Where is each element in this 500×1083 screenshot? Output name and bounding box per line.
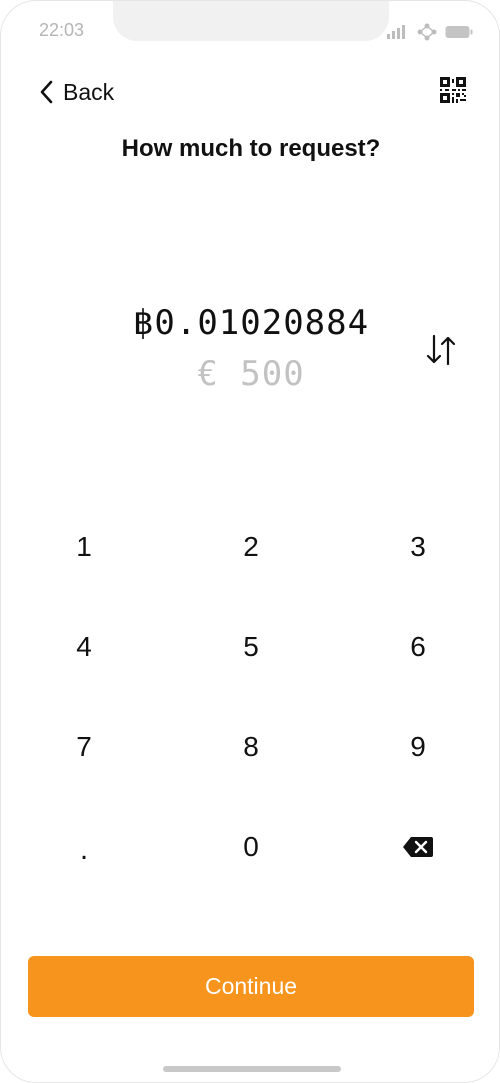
back-label: Back	[63, 78, 115, 105]
home-indicator	[163, 1066, 341, 1072]
key-5[interactable]: 5	[167, 597, 335, 697]
key-0[interactable]: 0	[167, 797, 335, 897]
key-3[interactable]: 3	[335, 497, 499, 597]
key-7[interactable]: 7	[1, 697, 167, 797]
continue-button[interactable]: Continue	[28, 956, 474, 1017]
key-9[interactable]: 9	[335, 697, 499, 797]
back-button[interactable]: Back	[39, 77, 114, 107]
phone-screen: 22:03 Back How much to request? ฿0.01020…	[0, 0, 500, 1083]
key-1[interactable]: 1	[1, 497, 167, 597]
status-time: 22:03	[39, 20, 85, 40]
key-8[interactable]: 8	[167, 697, 335, 797]
key-6[interactable]: 6	[335, 597, 499, 697]
notch	[113, 1, 389, 41]
key-backspace[interactable]	[335, 797, 499, 897]
key-4[interactable]: 4	[1, 597, 167, 697]
key-decimal[interactable]: .	[1, 797, 167, 897]
number-keypad: 1 2 3 4 5 6 7 8 9 . 0	[1, 497, 499, 897]
key-2[interactable]: 2	[167, 497, 335, 597]
battery-icon	[445, 26, 473, 38]
qr-code-icon[interactable]	[440, 77, 466, 103]
signal-icon	[387, 25, 405, 39]
swap-arrows-icon[interactable]	[424, 333, 458, 367]
backspace-icon	[403, 837, 433, 857]
status-icons	[387, 23, 473, 41]
chevron-left-icon	[40, 80, 53, 104]
wifi-icon	[417, 23, 437, 41]
page-title: How much to request?	[121, 135, 381, 162]
